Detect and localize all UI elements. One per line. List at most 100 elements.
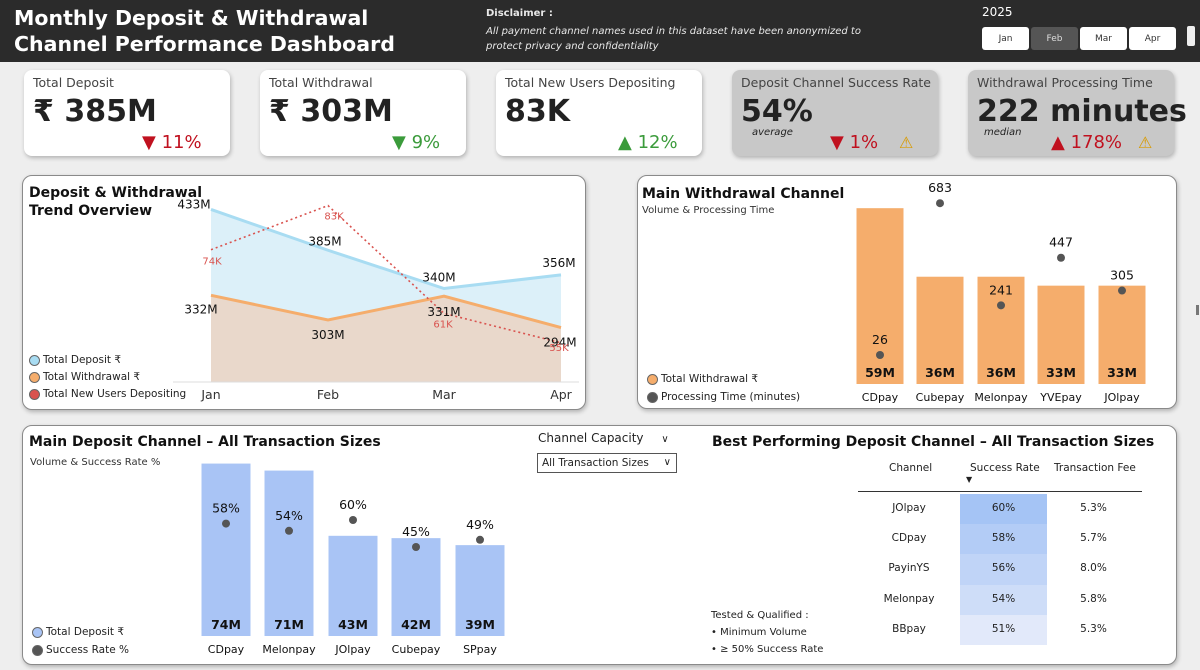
processing-time-dot: [997, 301, 1005, 310]
legend-item-withdrawal[interactable]: Total Withdrawal ₹: [647, 373, 758, 385]
kpi-change-value: 9%: [411, 132, 441, 153]
x-tick-label: Feb: [317, 387, 339, 402]
column-header-fee[interactable]: Transaction Fee: [1054, 462, 1136, 474]
kpi-processing-time: Withdrawal Processing Time 222 minutes m…: [968, 70, 1187, 156]
disclaimer-text: All payment channel names used in this d…: [486, 26, 861, 52]
kpi-change: ▲ 178%: [1051, 132, 1122, 153]
kpi-value: 54%: [741, 94, 813, 129]
chevron-down-icon[interactable]: ∨: [661, 434, 668, 445]
kpi-change-value: 1%: [849, 132, 879, 153]
arrow-down-icon: ▼: [830, 132, 844, 153]
channel-capacity-select[interactable]: All Transaction Sizes ∨: [537, 453, 677, 473]
success-rate-dot: [349, 516, 357, 524]
success-rate-cell: 51%: [991, 622, 1016, 635]
month-slicer: Jan Feb Mar Apr: [982, 27, 1176, 50]
x-tick-label: JOlpay: [334, 643, 371, 656]
arrow-up-icon: ▲: [618, 132, 632, 153]
x-tick-label: Cubepay: [392, 643, 441, 656]
success-rate-cell: 56%: [991, 562, 1016, 575]
kpi-change-value: 11%: [161, 132, 202, 153]
success-rate-dot: [412, 543, 420, 551]
withdrawal-data-label: 303M: [311, 328, 344, 342]
withdrawal-data-label: 332M: [184, 302, 217, 316]
fee-cell: 5.7%: [1080, 532, 1107, 545]
page-title-line2: Channel Performance Dashboard: [14, 32, 395, 56]
arrow-down-icon: ▼: [392, 132, 406, 153]
bar-value-label: 74M: [211, 617, 241, 632]
legend-item-processing[interactable]: Processing Time (minutes): [647, 391, 800, 403]
x-tick-label: SPpay: [463, 643, 497, 656]
kpi-success-rate: Deposit Channel Success Rate 54% average…: [732, 70, 938, 156]
best-title: Best Performing Deposit Channel – All Tr…: [712, 434, 1155, 450]
bar-value-label: 33M: [1107, 365, 1137, 380]
channel-cell: CDpay: [891, 532, 927, 545]
legend-label: Total New Users Depositing: [43, 388, 187, 400]
arrow-up-icon: ▲: [1051, 132, 1065, 153]
legend-item-deposit[interactable]: Total Deposit ₹: [29, 354, 121, 366]
x-tick-label: Cubepay: [916, 391, 965, 404]
success-rate-label: 54%: [275, 508, 303, 523]
slicer-scrollbar[interactable]: [1187, 26, 1195, 46]
channel-cell: BBpay: [892, 622, 926, 635]
legend-dot-icon: [29, 354, 40, 366]
legend-item-withdrawal[interactable]: Total Withdrawal ₹: [29, 371, 140, 383]
kpi-new-users: Total New Users Depositing 83K ▲ 12%: [496, 70, 702, 156]
success-rate-cell: 54%: [991, 592, 1016, 605]
month-button-apr[interactable]: Apr: [1129, 27, 1176, 50]
kpi-subtext: average: [752, 127, 793, 138]
deposit-data-label: 433M: [177, 197, 210, 211]
filter-value-text: All Transaction Sizes: [542, 457, 649, 469]
success-rate-dot: [476, 535, 484, 544]
bar-value-label: 43M: [338, 617, 368, 632]
x-tick-label: Apr: [550, 387, 572, 402]
fee-cell: 8.0%: [1080, 562, 1107, 575]
table-header-divider: [858, 491, 1142, 492]
kpi-change-value: 12%: [637, 132, 678, 153]
withdrawal-data-label: 331M: [427, 305, 460, 319]
legend-item-success[interactable]: Success Rate %: [32, 644, 129, 656]
bar-value-label: 36M: [986, 365, 1016, 380]
column-header-channel[interactable]: Channel: [889, 462, 932, 474]
disclaimer-label: Disclaimer :: [486, 8, 553, 19]
qualified-item: • Minimum Volume: [711, 627, 807, 638]
success-rate-label: 49%: [466, 517, 494, 532]
x-tick-label: JOlpay: [1103, 391, 1140, 404]
page-scrollbar[interactable]: [1196, 305, 1199, 315]
channel-capacity-label[interactable]: Channel Capacity ∨: [538, 431, 669, 445]
success-rate-cell: 60%: [991, 502, 1016, 514]
success-rate-dot: [285, 526, 293, 535]
processing-time-dot: [936, 199, 944, 208]
filter-label-text: Channel Capacity: [538, 431, 644, 445]
month-button-jan[interactable]: Jan: [982, 27, 1029, 50]
kpi-change-value: 178%: [1070, 132, 1123, 153]
kpi-total-deposit: Total Deposit ₹ 385M ▼ 11%: [24, 70, 230, 156]
kpi-change: ▼ 11%: [142, 132, 202, 153]
fee-cell: 5.3%: [1080, 502, 1107, 514]
success-rate-cell: 58%: [991, 532, 1016, 545]
x-tick-label: CDpay: [862, 391, 899, 404]
bar-value-label: 36M: [925, 365, 955, 380]
legend-label: Total Deposit ₹: [43, 354, 122, 366]
qualified-title: Tested & Qualified :: [711, 610, 809, 621]
page-title-line1: Monthly Deposit & Withdrawal: [14, 6, 369, 30]
kpi-value: ₹ 303M: [269, 94, 393, 129]
column-header-success-rate[interactable]: Success Rate: [970, 462, 1040, 474]
deposit-bar: [264, 470, 314, 636]
month-button-feb[interactable]: Feb: [1031, 27, 1078, 50]
bar-value-label: 33M: [1046, 365, 1076, 380]
x-tick-label: Mar: [432, 387, 456, 402]
legend-item-users[interactable]: Total New Users Depositing: [29, 388, 186, 400]
sort-desc-icon[interactable]: ▼: [966, 475, 972, 484]
channel-cell: Melonpay: [883, 592, 935, 605]
processing-time-label: 683: [928, 180, 952, 195]
month-button-mar[interactable]: Mar: [1080, 27, 1127, 50]
kpi-title: Total Deposit: [33, 75, 114, 90]
legend-item-deposit[interactable]: Total Deposit ₹: [32, 626, 124, 638]
withdrawal-panel: Main Withdrawal Channel Volume & Process…: [637, 175, 1177, 409]
deposit-panel: Main Deposit Channel – All Transaction S…: [22, 425, 1177, 665]
kpi-value: ₹ 385M: [33, 94, 157, 129]
bar-value-label: 39M: [465, 617, 495, 632]
kpi-value: 222 minutes: [977, 94, 1187, 129]
deposit-bar: [201, 463, 251, 636]
kpi-title: Total Withdrawal: [269, 75, 373, 90]
